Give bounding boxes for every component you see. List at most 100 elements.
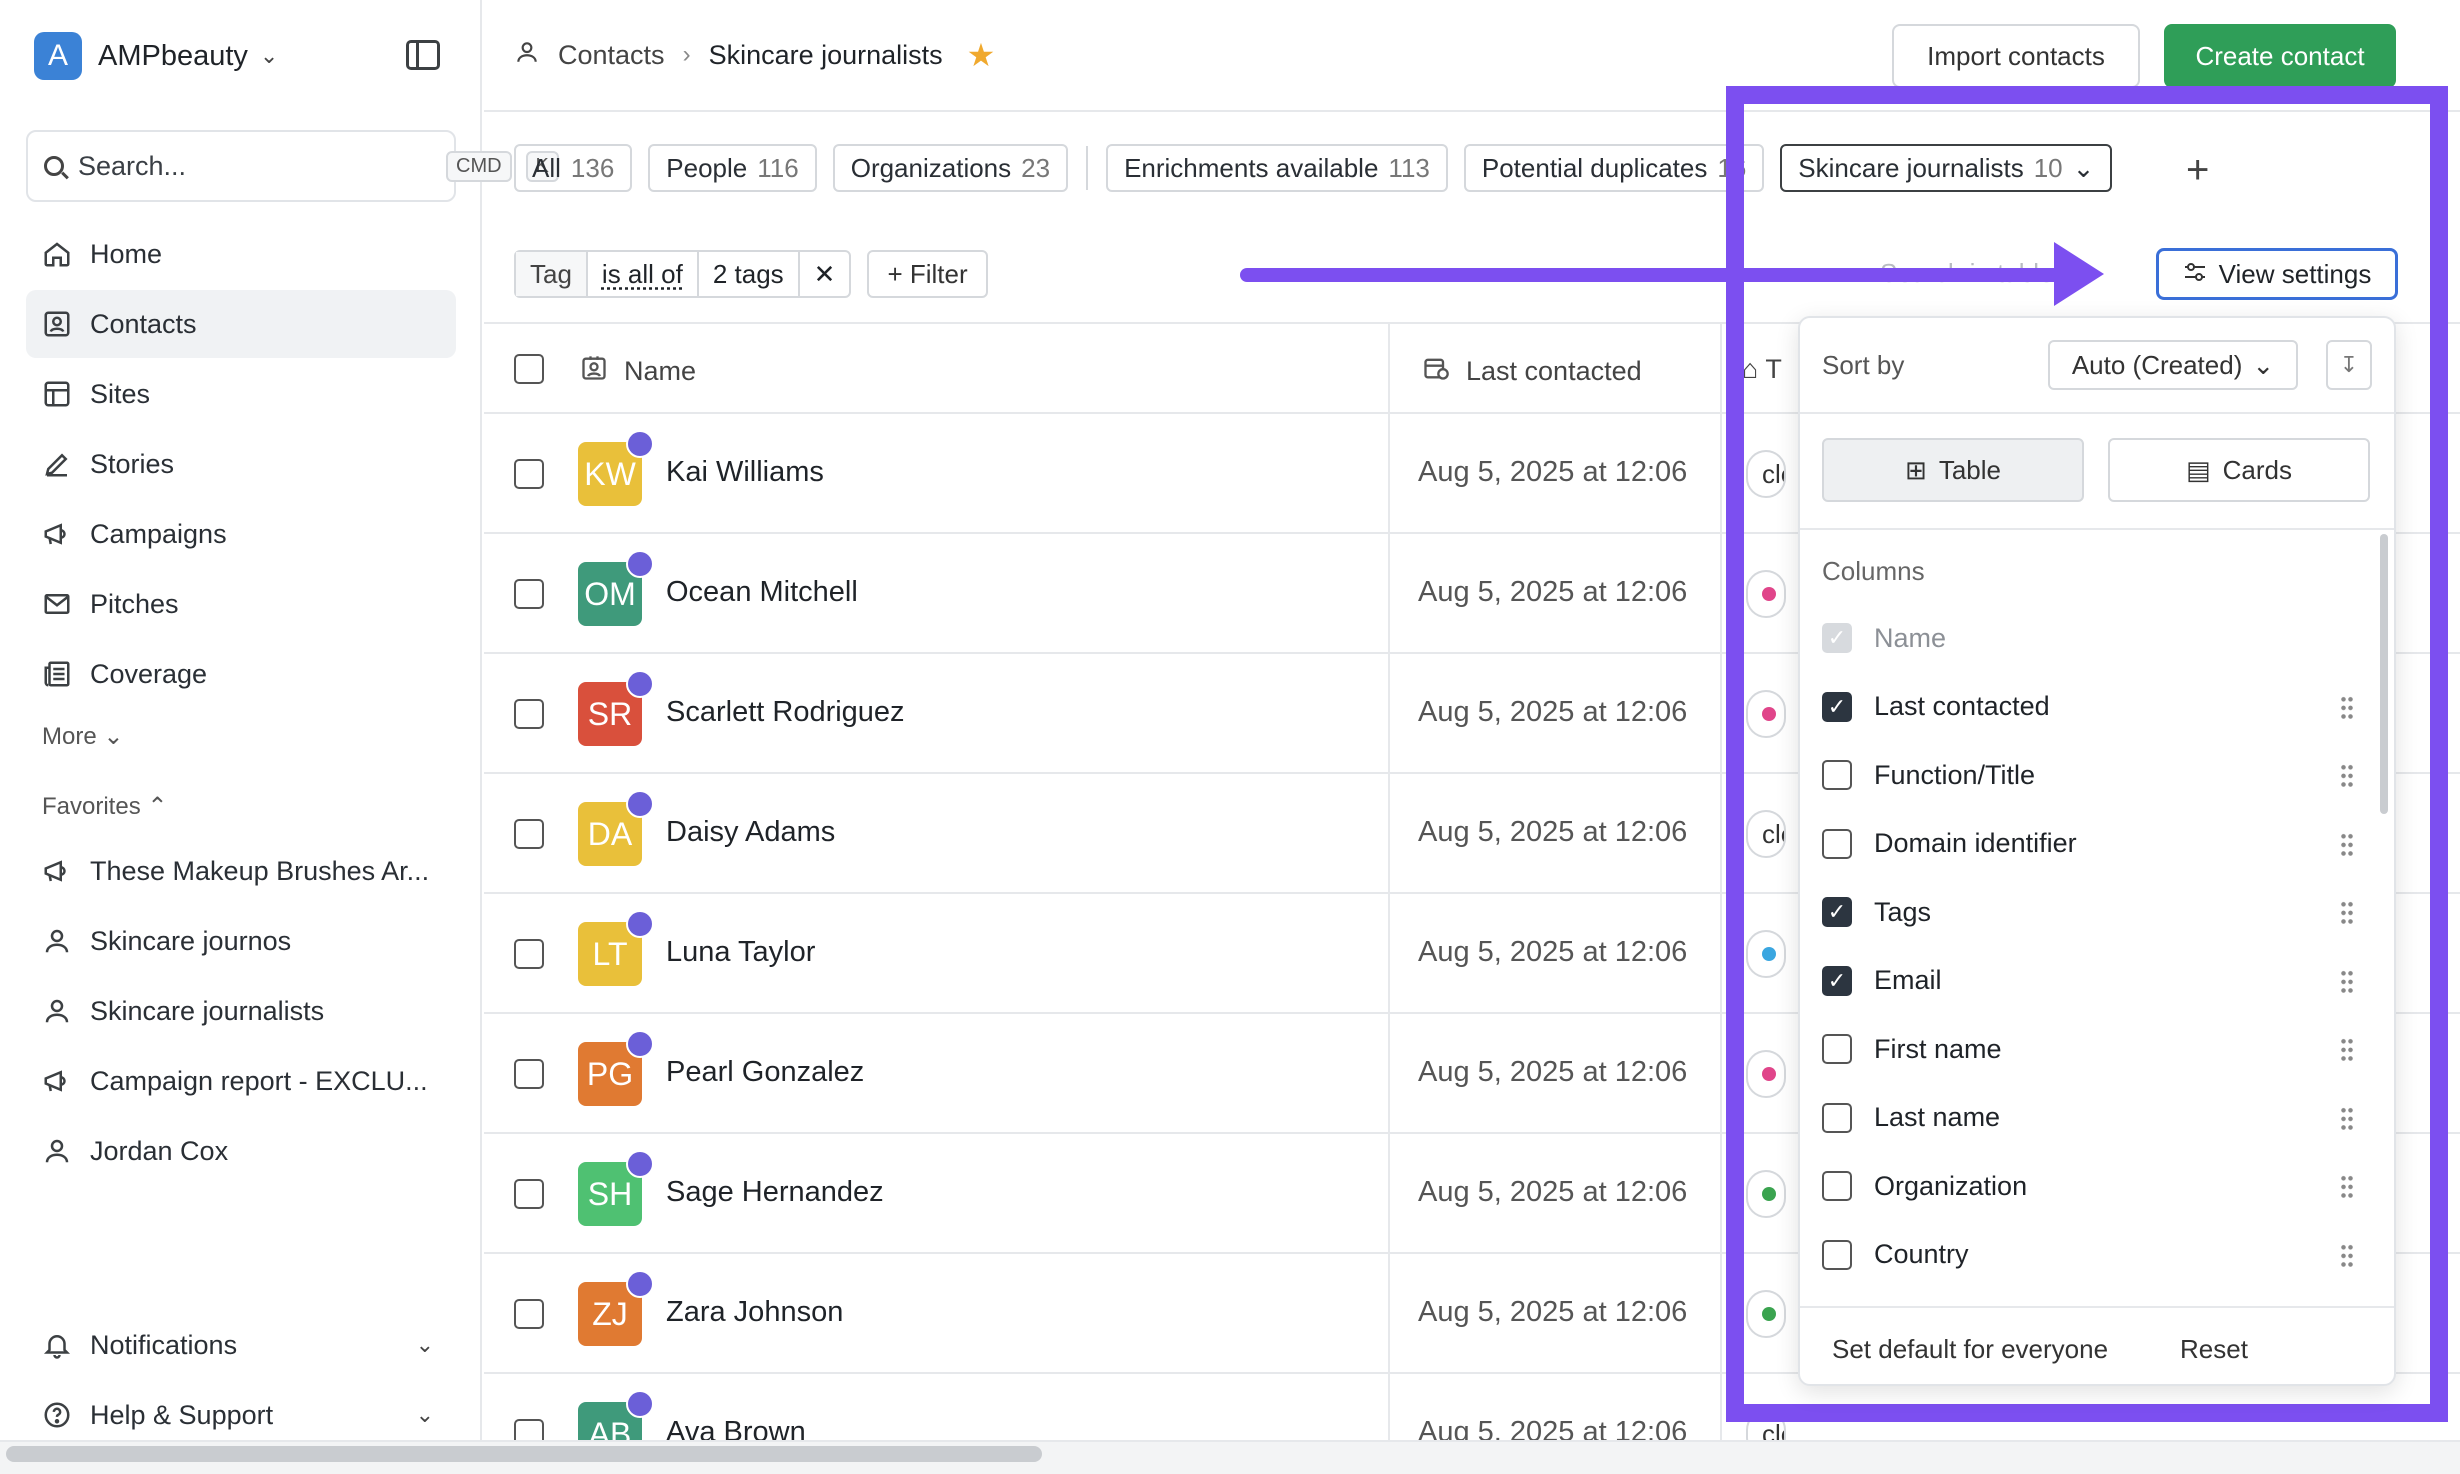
sort-row: Sort by Auto (Created) ⌄ ↧	[1800, 318, 2394, 414]
workspace-switcher[interactable]: A AMPbeauty ⌄	[34, 32, 278, 80]
sidebar-item-notifications[interactable]: Notifications ⌄	[26, 1310, 456, 1380]
drag-handle-icon[interactable]	[2340, 763, 2354, 789]
avatar: SR	[578, 670, 654, 746]
column-option-email[interactable]: ✓ Email	[1822, 947, 2362, 1016]
filter-value[interactable]: 2 tags	[699, 252, 800, 296]
column-checkbox[interactable]	[1822, 1034, 1852, 1065]
row-checkbox[interactable]	[514, 1179, 544, 1209]
import-contacts-button[interactable]: Import contacts	[1892, 24, 2140, 88]
row-checkbox[interactable]	[514, 1059, 544, 1089]
favorite-item[interactable]: Skincare journos	[26, 906, 456, 976]
panel-scrollbar[interactable]	[2380, 534, 2388, 814]
column-name-header[interactable]: Name	[580, 354, 696, 389]
drag-handle-icon[interactable]	[2340, 1242, 2354, 1269]
sidebar-item-stories[interactable]: Stories	[26, 430, 456, 498]
sidebar-toggle-icon[interactable]	[406, 40, 440, 70]
sidebar-item-pitches[interactable]: Pitches	[26, 570, 456, 638]
tag-filter[interactable]: Tag is all of 2 tags ✕	[514, 250, 852, 298]
favorites-header[interactable]: Favorites ⌃	[42, 792, 167, 821]
tab-people[interactable]: People 116	[648, 144, 817, 192]
column-name-label: Name	[624, 356, 697, 386]
tab-potential-duplicates[interactable]: Potential duplicates 16	[1463, 144, 1765, 192]
more-toggle[interactable]: More ⌄	[42, 722, 123, 751]
search-box[interactable]: CMD K	[26, 130, 559, 202]
row-checkbox[interactable]	[514, 579, 544, 609]
favorite-item[interactable]: Skincare journalists	[26, 976, 456, 1046]
column-checkbox[interactable]	[1822, 828, 1852, 859]
tab-count: 136	[570, 152, 615, 183]
table-view-button[interactable]: ⊞ Table	[1822, 438, 2084, 502]
search-input[interactable]	[78, 150, 432, 182]
add-filter-button[interactable]: + Filter	[867, 250, 988, 298]
column-checkbox[interactable]	[1822, 1239, 1852, 1270]
filter-field[interactable]: Tag	[516, 252, 588, 296]
column-option-country[interactable]: Country	[1822, 1221, 2362, 1290]
drag-handle-icon[interactable]	[2340, 900, 2354, 926]
column-option-last-contacted[interactable]: ✓ Last contacted	[1822, 673, 2362, 742]
close-icon[interactable]: ✕	[800, 252, 850, 296]
avatar: ZJ	[578, 1270, 654, 1346]
horizontal-scrollbar[interactable]	[6, 1446, 1042, 1462]
row-checkbox[interactable]	[514, 819, 544, 849]
column-last-contacted-header[interactable]: Last contacted	[1422, 354, 1642, 389]
contact-name[interactable]: Daisy Adams	[666, 816, 835, 849]
set-default-button[interactable]: Set default for everyone	[1832, 1334, 2108, 1365]
sidebar-item-home[interactable]: Home	[26, 220, 456, 288]
cards-icon: ▤	[2186, 454, 2211, 485]
drag-handle-icon[interactable]	[2340, 968, 2354, 995]
contact-name[interactable]: Kai Williams	[666, 456, 824, 489]
column-checkbox[interactable]	[1822, 1171, 1852, 1202]
sidebar-item-campaigns[interactable]: Campaigns	[26, 500, 456, 568]
row-checkbox[interactable]	[514, 699, 544, 729]
column-option-organization[interactable]: Organization	[1822, 1152, 2362, 1221]
favorite-item[interactable]: These Makeup Brushes Ar...	[26, 836, 456, 906]
drag-handle-icon[interactable]	[2340, 1037, 2354, 1063]
drag-handle-icon[interactable]	[2340, 831, 2354, 858]
column-option-function-title[interactable]: Function/Title	[1822, 741, 2362, 810]
breadcrumb-parent[interactable]: Contacts	[558, 40, 665, 71]
bottom-nav: Notifications ⌄ Help & Support ⌄	[26, 1310, 456, 1450]
sort-select[interactable]: Auto (Created) ⌄	[2048, 340, 2298, 390]
contact-name[interactable]: Zara Johnson	[666, 1296, 843, 1329]
shortcut-cmd: CMD	[446, 150, 512, 182]
row-checkbox[interactable]	[514, 939, 544, 969]
column-checkbox[interactable]: ✓	[1822, 691, 1852, 722]
contact-name[interactable]: Sage Hernandez	[666, 1176, 884, 1209]
workspace-name: AMPbeauty	[98, 39, 248, 72]
star-icon[interactable]: ★	[967, 36, 996, 74]
mail-icon	[42, 589, 72, 619]
sort-direction-icon[interactable]: ↧	[2326, 340, 2372, 390]
column-option-domain-identifier[interactable]: Domain identifier	[1822, 810, 2362, 879]
favorite-item[interactable]: Jordan Cox	[26, 1116, 456, 1186]
tab-enrichments-available[interactable]: Enrichments available 113	[1106, 144, 1448, 192]
row-checkbox[interactable]	[514, 1299, 544, 1329]
create-contact-button[interactable]: Create contact	[2164, 24, 2396, 88]
contact-name[interactable]: Scarlett Rodriguez	[666, 696, 905, 729]
drag-handle-icon[interactable]	[2340, 1174, 2354, 1200]
sidebar-item-sites[interactable]: Sites	[26, 360, 456, 428]
reset-button[interactable]: Reset	[2180, 1334, 2248, 1365]
select-all-checkbox[interactable]	[514, 354, 544, 384]
column-checkbox[interactable]: ✓	[1822, 897, 1852, 928]
contact-name[interactable]: Ocean Mitchell	[666, 576, 858, 609]
drag-handle-icon[interactable]	[2340, 694, 2354, 721]
column-option-first-name[interactable]: First name	[1822, 1015, 2362, 1084]
tab-organizations[interactable]: Organizations 23	[832, 144, 1069, 192]
row-checkbox[interactable]	[514, 459, 544, 489]
sidebar-item-contacts[interactable]: Contacts	[26, 290, 456, 358]
contact-name[interactable]: Luna Taylor	[666, 936, 815, 969]
filter-operator[interactable]: is all of	[588, 252, 699, 296]
column-option-last-name[interactable]: Last name	[1822, 1084, 2362, 1153]
contact-name[interactable]: Pearl Gonzalez	[666, 1056, 864, 1089]
last-contacted-date: Aug 5, 2025 at 12:06	[1418, 936, 1688, 968]
sidebar-item-coverage[interactable]: Coverage	[26, 640, 456, 708]
column-option-tags[interactable]: ✓ Tags	[1822, 878, 2362, 947]
megaphone-icon	[42, 1066, 72, 1096]
column-checkbox[interactable]	[1822, 1102, 1852, 1133]
cards-view-button[interactable]: ▤ Cards	[2108, 438, 2370, 502]
column-checkbox[interactable]	[1822, 760, 1852, 791]
drag-handle-icon[interactable]	[2340, 1105, 2354, 1132]
favorite-item[interactable]: Campaign report - EXCLU...	[26, 1046, 456, 1116]
tab-all[interactable]: All 136	[514, 144, 633, 192]
column-checkbox[interactable]: ✓	[1822, 965, 1852, 996]
